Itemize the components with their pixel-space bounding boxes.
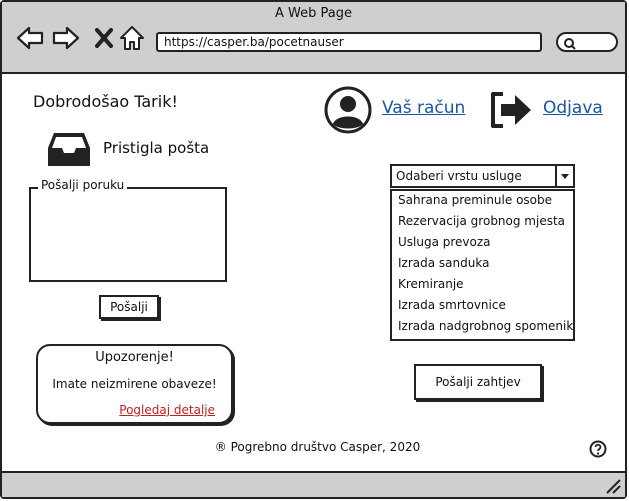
warning-text: Imate neizmirene obaveze! xyxy=(52,377,217,391)
inbox-icon[interactable] xyxy=(46,130,92,168)
service-option[interactable]: Izrada sanduka xyxy=(398,256,489,270)
search-icon xyxy=(564,38,576,50)
send-message-button[interactable]: Pošalji xyxy=(99,295,159,319)
chevron-down-icon xyxy=(561,174,569,179)
home-icon xyxy=(120,26,144,50)
help-icon[interactable] xyxy=(589,440,607,458)
account-link[interactable]: Vaš račun xyxy=(382,98,465,118)
message-textarea[interactable] xyxy=(29,187,227,282)
browser-window: A Web Page https://casper.ba/pocetnauser xyxy=(0,0,627,499)
user-account-icon[interactable] xyxy=(324,86,372,134)
stop-button[interactable] xyxy=(90,24,118,52)
arrow-right-icon xyxy=(52,26,80,50)
warning-box: Upozorenje! Imate neizmirene obaveze! Po… xyxy=(36,344,233,424)
service-option[interactable]: Izrada nadgrobnog spomenik xyxy=(398,319,573,333)
service-options-list: Sahrana preminule osobe Rezervacija grob… xyxy=(390,189,575,341)
address-bar[interactable]: https://casper.ba/pocetnauser xyxy=(156,32,542,52)
message-label: Pošalji poruku xyxy=(38,178,128,192)
close-icon xyxy=(95,28,113,48)
inbox-label[interactable]: Pristigla pošta xyxy=(103,139,209,157)
arrow-left-icon xyxy=(16,26,44,50)
home-button[interactable] xyxy=(118,24,146,52)
footer-copyright: ® Pogrebno društvo Casper, 2020 xyxy=(214,440,421,454)
status-bar xyxy=(2,471,625,497)
submit-request-button[interactable]: Pošalji zahtjev xyxy=(414,364,542,400)
logout-icon[interactable] xyxy=(489,90,535,130)
dropdown-toggle[interactable] xyxy=(555,166,573,186)
welcome-text: Dobrodošao Tarik! xyxy=(33,92,178,111)
back-button[interactable] xyxy=(16,24,44,52)
service-option[interactable]: Izrada smrtovnice xyxy=(398,298,506,312)
window-title: A Web Page xyxy=(275,6,352,21)
service-option[interactable]: Rezervacija grobnog mjesta xyxy=(398,214,565,228)
warning-title: Upozorenje! xyxy=(95,350,174,365)
service-type-select[interactable]: Odaberi vrstu usluge xyxy=(390,164,575,188)
service-select-value: Odaberi vrstu usluge xyxy=(396,169,522,183)
search-field[interactable] xyxy=(556,32,618,52)
logout-link[interactable]: Odjava xyxy=(543,98,603,118)
forward-button[interactable] xyxy=(52,24,80,52)
service-option[interactable]: Usluga prevoza xyxy=(398,235,491,249)
resize-grip-icon[interactable] xyxy=(605,478,621,494)
view-details-link[interactable]: Pogledaj detalje xyxy=(119,403,215,417)
browser-toolbar: A Web Page https://casper.ba/pocetnauser xyxy=(2,2,625,74)
service-option[interactable]: Sahrana preminule osobe xyxy=(398,193,552,207)
service-option[interactable]: Kremiranje xyxy=(398,277,464,291)
